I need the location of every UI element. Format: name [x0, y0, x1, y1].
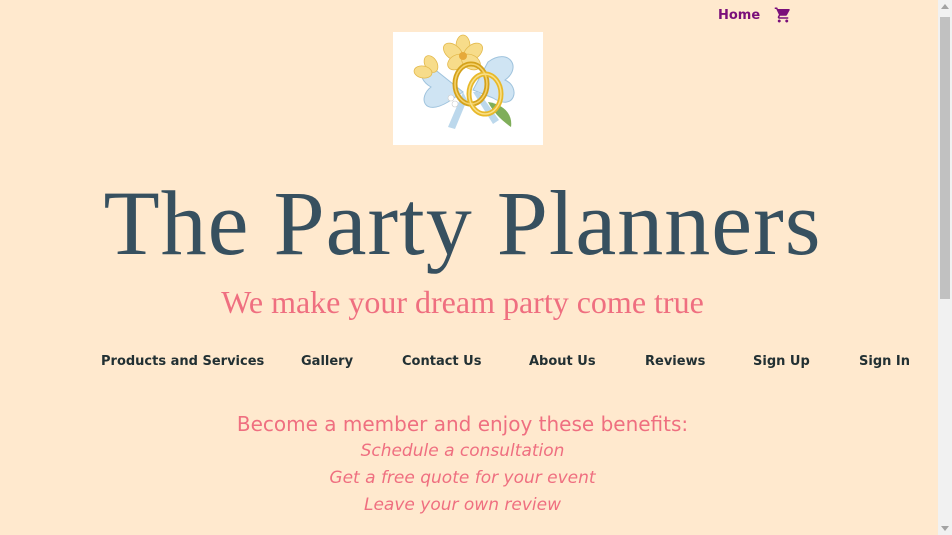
benefit-item: Schedule a consultation: [360, 441, 565, 461]
vertical-scrollbar[interactable]: [938, 0, 952, 535]
member-benefits: Become a member and enjoy these benefits…: [0, 410, 925, 519]
site-title: The Party Planners: [103, 172, 822, 274]
site-tagline: We make your dream party come true: [221, 284, 704, 320]
nav-reviews[interactable]: Reviews: [645, 354, 705, 369]
nav-about-us[interactable]: About Us: [529, 354, 596, 369]
nav-sign-up[interactable]: Sign Up: [753, 354, 810, 369]
benefits-heading: Become a member and enjoy these benefits…: [236, 412, 689, 436]
main-nav: Products and Services Gallery Contact Us…: [0, 354, 952, 376]
nav-gallery[interactable]: Gallery: [301, 354, 353, 369]
scrollbar-thumb[interactable]: [940, 17, 950, 299]
wedding-rings-logo: [393, 32, 543, 145]
scroll-down-arrow-icon[interactable]: [941, 526, 949, 531]
benefit-item: Get a free quote for your event: [329, 468, 596, 488]
home-link[interactable]: Home: [718, 8, 760, 23]
nav-products-and-services[interactable]: Products and Services: [101, 354, 264, 369]
benefit-item: Leave your own review: [364, 495, 561, 515]
top-nav: Home: [718, 6, 792, 24]
shopping-cart-icon[interactable]: [774, 6, 792, 24]
nav-sign-in[interactable]: Sign In: [859, 354, 910, 369]
scroll-up-arrow-icon[interactable]: [941, 4, 949, 9]
nav-contact-us[interactable]: Contact Us: [402, 354, 481, 369]
